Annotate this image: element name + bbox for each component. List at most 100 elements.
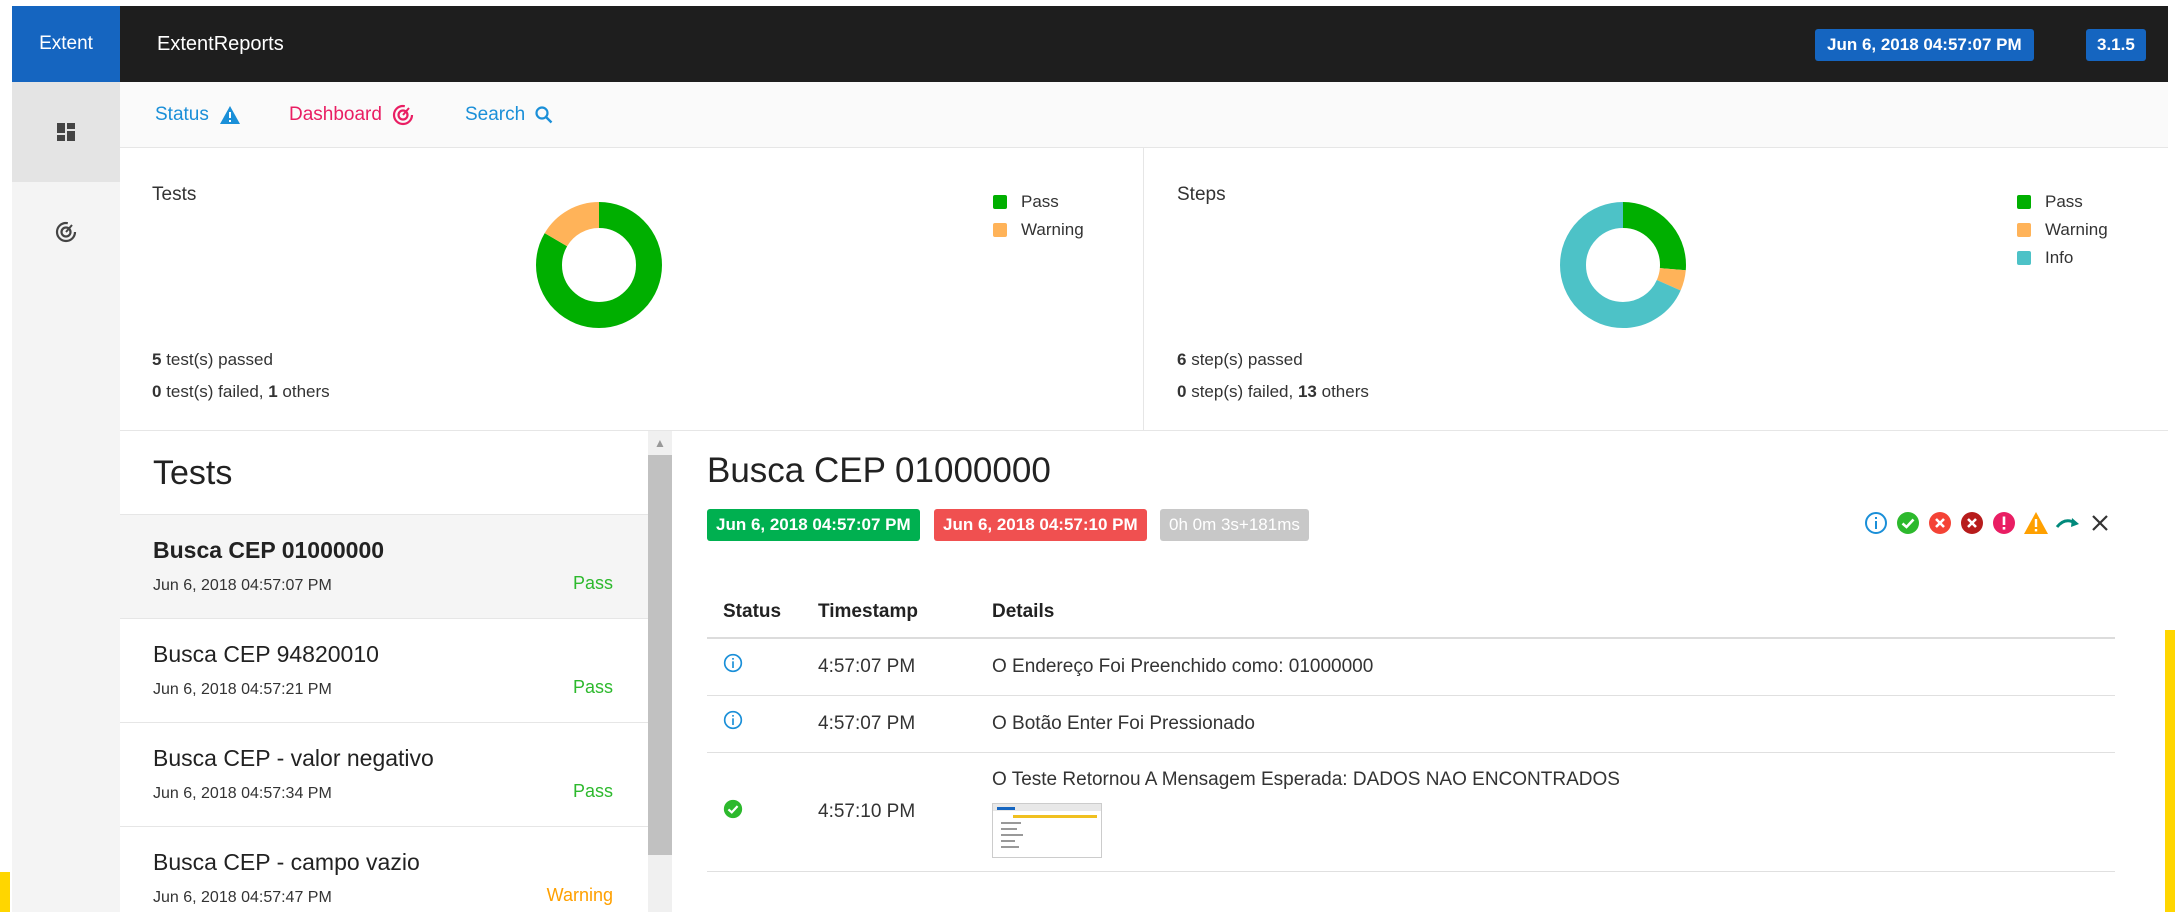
filter-fail-icon[interactable] [1926, 509, 1954, 537]
test-status: Pass [572, 573, 613, 593]
search-link[interactable]: Search [465, 82, 553, 148]
steps-passed-text: step(s) passed [1186, 350, 1303, 369]
tests-panel-title: Tests [152, 184, 197, 205]
warning-swatch [2017, 223, 2031, 237]
test-date: Jun 6, 2018 04:57:47 PM [153, 889, 332, 906]
tests-failed-text: test(s) failed, [161, 382, 269, 401]
tests-summary-panel: Tests Pass Warning 5 test(s) passed 0 te… [120, 148, 1144, 430]
timestamp-cell: 4:57:07 PM [802, 695, 976, 753]
test-name: Busca CEP 94820010 [153, 641, 379, 667]
tests-donut-chart [536, 202, 662, 328]
test-name: Busca CEP - campo vazio [153, 849, 420, 875]
test-status: Warning [546, 885, 613, 905]
steps-others-text: others [1316, 382, 1369, 401]
tests-others-text: others [277, 382, 330, 401]
page: Extent ExtentReports Jun 6, 2018 04:57:0… [0, 0, 2175, 912]
end-time-badge: Jun 6, 2018 04:57:10 PM [934, 509, 1147, 541]
steps-others-count: 13 [1297, 382, 1317, 401]
test-date: Jun 6, 2018 04:57:34 PM [153, 785, 332, 802]
test-date: Jun 6, 2018 04:57:21 PM [153, 681, 332, 698]
test-list-scrollbar[interactable]: ▲ [648, 431, 672, 912]
test-list-title: Tests [120, 431, 648, 515]
legend-item-warning: Warning [2017, 216, 2108, 244]
legend-item-warning: Warning [993, 216, 1084, 244]
test-status: Pass [572, 677, 613, 697]
steps-panel-title: Steps [1177, 184, 1226, 205]
legend-item-pass: Pass [2017, 188, 2108, 216]
steps-failed-text: step(s) failed, [1186, 382, 1298, 401]
sidebar-item-tests[interactable] [12, 82, 120, 182]
status-filter-bar [1862, 509, 2114, 537]
filter-pass-icon[interactable] [1894, 509, 1922, 537]
brand-logo[interactable]: Extent [12, 6, 120, 82]
start-time-badge: Jun 6, 2018 04:57:07 PM [707, 509, 920, 541]
test-name: Busca CEP 01000000 [153, 537, 385, 563]
test-status: Pass [572, 781, 613, 801]
version-badge: 3.1.5 [2086, 29, 2146, 61]
details-text: O Teste Retornou A Mensagem Esperada: DA… [992, 768, 1620, 790]
scroll-up-arrow-icon[interactable]: ▲ [648, 431, 672, 455]
sub-nav: Status Dashboard Search [120, 82, 2168, 148]
steps-donut-chart [1560, 202, 1686, 328]
details-cell: O Endereço Foi Preenchido como: 01000000 [976, 638, 2115, 696]
steps-legend: Pass Warning Info [2017, 188, 2108, 272]
legend-label: Warning [2045, 220, 2108, 239]
test-list-item[interactable]: Busca CEP - campo vazio Jun 6, 2018 04:5… [120, 827, 648, 912]
dashboard-link[interactable]: Dashboard [289, 82, 414, 148]
filter-error-icon[interactable] [1990, 509, 2018, 537]
edge-decoration [0, 872, 10, 912]
test-name: Busca CEP - valor negativo [153, 745, 434, 771]
info-icon [723, 710, 743, 729]
table-row: 4:57:07 PM O Endereço Foi Preenchido com… [707, 638, 2115, 696]
test-list-item[interactable]: Busca CEP 94820010 Jun 6, 2018 04:57:21 … [120, 619, 648, 723]
table-header-row: Status Timestamp Details [707, 586, 2115, 639]
legend-item-pass: Pass [993, 188, 1084, 216]
duration-badge: 0h 0m 3s+181ms [1160, 509, 1309, 541]
status-link-label: Status [155, 104, 209, 125]
left-sidebar: Extent [12, 6, 120, 912]
table-row: 4:57:10 PM O Teste Retornou A Mensagem E… [707, 752, 2115, 872]
tests-others-count: 1 [268, 382, 278, 401]
timestamp-cell: 4:57:10 PM [802, 752, 976, 872]
search-link-label: Search [465, 104, 526, 125]
warning-triangle-icon [219, 106, 240, 124]
filter-fatal-icon[interactable] [1958, 509, 1986, 537]
tests-legend: Pass Warning [993, 188, 1084, 244]
sidebar-item-dashboard[interactable] [12, 182, 120, 282]
legend-label: Warning [1021, 220, 1084, 239]
check-circle-icon [723, 799, 743, 818]
test-list-item[interactable]: Busca CEP - valor negativo Jun 6, 2018 0… [120, 723, 648, 827]
screenshot-thumbnail[interactable] [992, 802, 1102, 858]
tests-passed-summary: 5 test(s) passed [152, 350, 273, 370]
table-row: 4:57:07 PM O Botão Enter Foi Pressionado [707, 695, 2115, 753]
test-steps-table: Status Timestamp Details 4:57:07 PM O En… [707, 586, 2115, 872]
steps-summary-panel: Steps Pass Warning Info 6 step(s) passed… [1145, 148, 2168, 430]
clear-filter-close-icon[interactable] [2086, 509, 2114, 537]
filter-warning-icon[interactable] [2022, 509, 2050, 537]
steps-failed-summary: 0 step(s) failed, 13 others [1177, 382, 1369, 402]
timestamp-cell: 4:57:07 PM [802, 638, 976, 696]
filter-info-icon[interactable] [1862, 509, 1890, 537]
report-date-badge: Jun 6, 2018 04:57:07 PM [1815, 29, 2034, 61]
legend-label: Pass [2045, 192, 2083, 211]
legend-label: Info [2045, 248, 2074, 267]
column-header-status: Status [707, 586, 802, 639]
steps-passed-summary: 6 step(s) passed [1177, 350, 1303, 370]
status-link[interactable]: Status [155, 82, 241, 148]
legend-item-info: Info [2017, 244, 2108, 272]
test-list-item[interactable]: Busca CEP 01000000 Jun 6, 2018 04:57:07 … [120, 515, 648, 619]
filter-skip-icon[interactable] [2054, 509, 2082, 537]
test-date: Jun 6, 2018 04:57:07 PM [153, 577, 332, 594]
pass-swatch [993, 195, 1007, 209]
details-cell: O Botão Enter Foi Pressionado [976, 695, 2115, 753]
dashboard-link-label: Dashboard [289, 104, 382, 125]
details-cell: O Teste Retornou A Mensagem Esperada: DA… [976, 752, 2115, 872]
tests-failed-summary: 0 test(s) failed, 1 others [152, 382, 330, 402]
search-icon [535, 106, 553, 124]
test-detail-title: Busca CEP 01000000 [707, 451, 1051, 490]
column-header-details: Details [976, 586, 2115, 639]
info-icon [723, 653, 743, 673]
top-navbar: ExtentReports Jun 6, 2018 04:57:07 PM 3.… [120, 6, 2168, 82]
status-cell [707, 695, 802, 753]
scrollbar-thumb[interactable] [648, 455, 672, 855]
